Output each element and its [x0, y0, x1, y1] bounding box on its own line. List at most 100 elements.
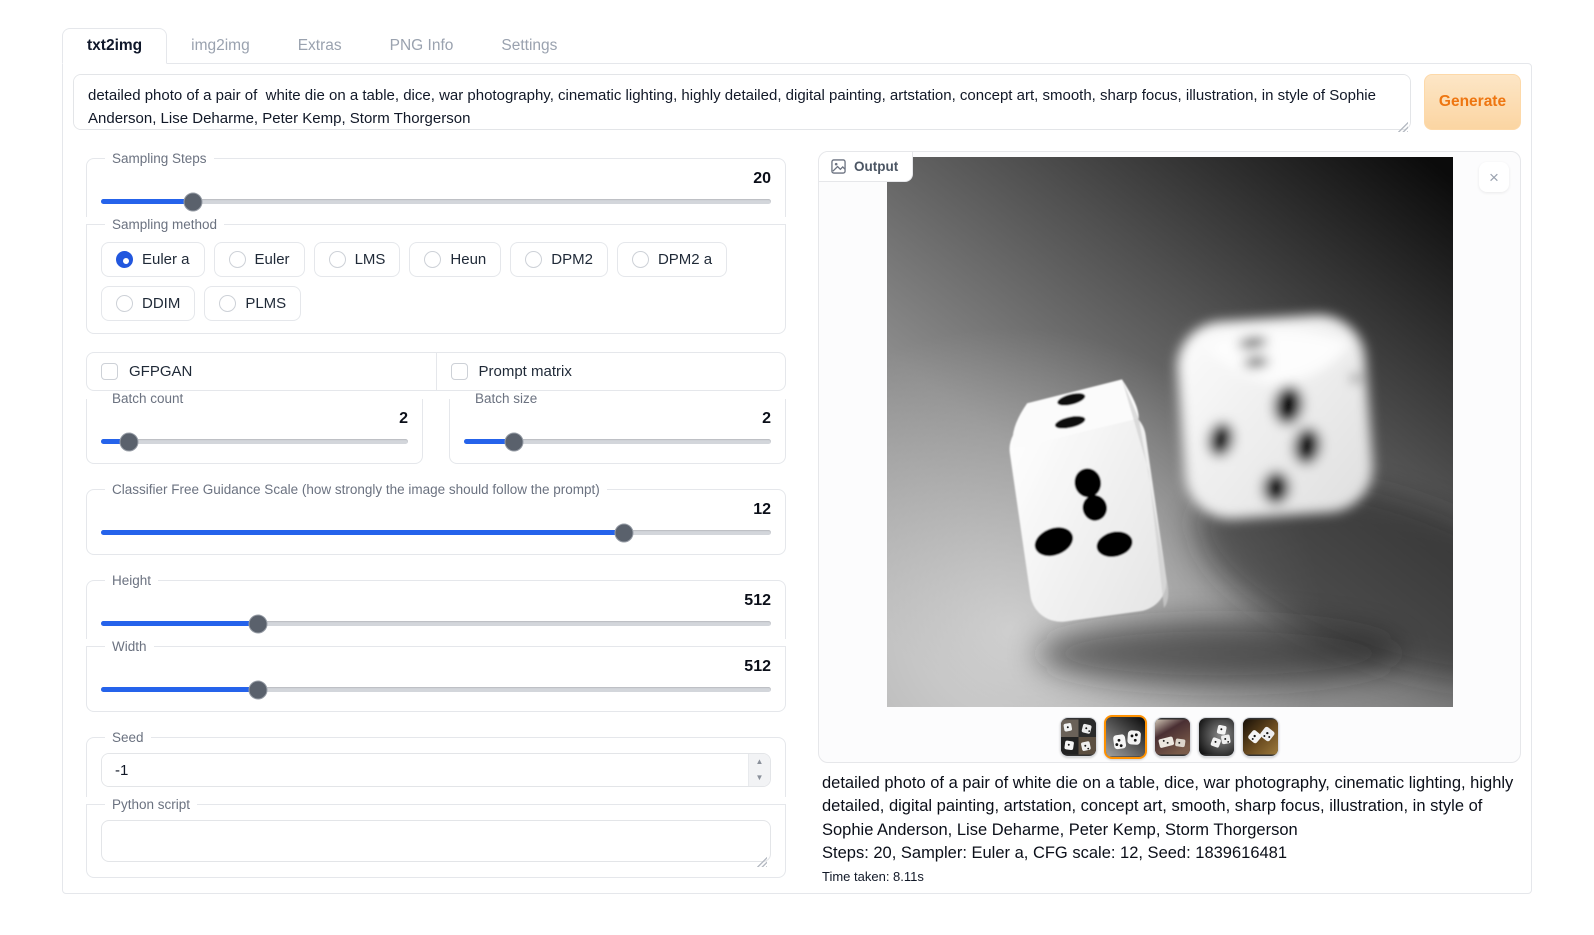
- close-icon[interactable]: ×: [1479, 162, 1509, 192]
- sampler-option-label: Euler a: [142, 251, 190, 268]
- batch-size-label: Batch size: [468, 391, 544, 406]
- batch-row: Batch count 2 Batch size 2: [86, 391, 786, 464]
- batch-count-slider[interactable]: [101, 431, 408, 451]
- caption-time-taken: Time taken: 8.11s: [822, 869, 1519, 884]
- python-script-label: Python script: [105, 797, 197, 812]
- tab-img2img[interactable]: img2img: [167, 29, 274, 63]
- prompt-matrix-checkbox[interactable]: Prompt matrix: [436, 353, 786, 390]
- spinner-up-icon[interactable]: ▲: [749, 754, 770, 770]
- width-value: 512: [101, 658, 771, 676]
- batch-size-slider[interactable]: [464, 431, 771, 451]
- cfg-scale-group: Classifier Free Guidance Scale (how stro…: [86, 482, 786, 555]
- slider-handle[interactable]: [248, 614, 267, 633]
- batch-count-group: Batch count 2: [86, 391, 423, 464]
- caption-parameters: Steps: 20, Sampler: Euler a, CFG scale: …: [822, 842, 1519, 865]
- cfg-scale-label: Classifier Free Guidance Scale (how stro…: [105, 482, 607, 497]
- sampling-steps-label: Sampling Steps: [105, 151, 214, 166]
- sampling-steps-group: Sampling Steps 20: [86, 151, 786, 217]
- batch-count-value: 2: [101, 410, 408, 428]
- radio-icon: [525, 251, 542, 268]
- output-label: Output: [854, 159, 898, 174]
- batch-size-value: 2: [464, 410, 771, 428]
- toggles-row: GFPGAN Prompt matrix: [86, 352, 786, 391]
- gallery-thumbnail-2-selected[interactable]: [1104, 715, 1147, 759]
- python-script-group: Python script: [86, 797, 786, 878]
- gallery-thumbnail-5[interactable]: [1242, 717, 1279, 757]
- tab-extras[interactable]: Extras: [274, 29, 366, 63]
- slider-handle[interactable]: [614, 523, 633, 542]
- sampler-option-label: Euler: [255, 251, 290, 268]
- tab-bar: txt2img img2img Extras PNG Info Settings: [62, 25, 1532, 63]
- spinner-down-icon[interactable]: ▼: [749, 770, 770, 786]
- output-column: Output ×: [818, 151, 1521, 884]
- checkbox-icon: [101, 363, 118, 380]
- prompt-input[interactable]: detailed photo of a pair of white die on…: [73, 74, 1411, 130]
- picture-icon: [831, 159, 846, 174]
- gallery-thumbnail-1[interactable]: [1060, 717, 1097, 757]
- sampling-method-group: Sampling method Euler a Euler LMS: [86, 217, 786, 334]
- cfg-scale-slider[interactable]: [101, 522, 771, 542]
- width-group: Width 512: [86, 639, 786, 712]
- sampler-option-label: DDIM: [142, 295, 180, 312]
- generated-image[interactable]: [887, 157, 1453, 707]
- checkbox-icon: [451, 363, 468, 380]
- seed-input[interactable]: [102, 754, 748, 786]
- sampling-steps-value: 20: [101, 170, 771, 188]
- sampler-option-euler-a[interactable]: Euler a: [101, 242, 205, 277]
- width-label: Width: [105, 639, 154, 654]
- sampler-option-dpm2[interactable]: DPM2: [510, 242, 608, 277]
- tab-txt2img[interactable]: txt2img: [62, 28, 167, 64]
- radio-icon: [219, 295, 236, 312]
- sampler-option-heun[interactable]: Heun: [409, 242, 501, 277]
- slider-handle[interactable]: [119, 432, 138, 451]
- slider-handle[interactable]: [505, 432, 524, 451]
- gallery-thumbnail-4[interactable]: [1198, 717, 1235, 757]
- height-label: Height: [105, 573, 158, 588]
- gallery-thumbnail-3[interactable]: [1154, 717, 1191, 757]
- generate-button[interactable]: Generate: [1424, 74, 1521, 130]
- sampler-option-euler[interactable]: Euler: [214, 242, 305, 277]
- sampler-option-label: DPM2: [551, 251, 593, 268]
- radio-icon: [329, 251, 346, 268]
- settings-column: Sampling Steps 20 Sampling method Euler …: [86, 151, 786, 878]
- batch-count-label: Batch count: [105, 391, 190, 406]
- seed-spinner: ▲ ▼: [748, 754, 770, 786]
- height-slider[interactable]: [101, 613, 771, 633]
- output-gallery-panel: Output ×: [818, 151, 1521, 763]
- prompt-matrix-label: Prompt matrix: [479, 363, 572, 380]
- radio-icon: [229, 251, 246, 268]
- prompt-row: detailed photo of a pair of white die on…: [73, 74, 1521, 135]
- radio-icon: [632, 251, 649, 268]
- txt2img-panel: detailed photo of a pair of white die on…: [62, 63, 1532, 894]
- python-script-input[interactable]: [101, 820, 771, 862]
- height-group: Height 512: [86, 573, 786, 639]
- height-value: 512: [101, 592, 771, 610]
- generation-info: detailed photo of a pair of white die on…: [818, 763, 1521, 884]
- radio-icon: [116, 295, 133, 312]
- sampler-option-dpm2-a[interactable]: DPM2 a: [617, 242, 727, 277]
- sampler-option-label: DPM2 a: [658, 251, 712, 268]
- slider-handle[interactable]: [183, 192, 202, 211]
- output-chip: Output: [819, 152, 913, 182]
- sampling-steps-slider[interactable]: [101, 191, 771, 211]
- tab-png-info[interactable]: PNG Info: [366, 29, 478, 63]
- radio-icon: [116, 251, 133, 268]
- tab-settings[interactable]: Settings: [477, 29, 581, 63]
- cfg-scale-value: 12: [101, 501, 771, 519]
- gfpgan-checkbox[interactable]: GFPGAN: [87, 353, 436, 390]
- sampler-option-lms[interactable]: LMS: [314, 242, 401, 277]
- sampler-option-label: LMS: [355, 251, 386, 268]
- seed-label: Seed: [105, 730, 151, 745]
- sampler-option-label: PLMS: [245, 295, 286, 312]
- slider-handle[interactable]: [248, 680, 267, 699]
- sampler-option-plms[interactable]: PLMS: [204, 286, 301, 321]
- gfpgan-label: GFPGAN: [129, 363, 192, 380]
- caption-prompt: detailed photo of a pair of white die on…: [822, 772, 1519, 842]
- width-slider[interactable]: [101, 679, 771, 699]
- radio-icon: [424, 251, 441, 268]
- sampler-option-label: Heun: [450, 251, 486, 268]
- sampler-option-ddim[interactable]: DDIM: [101, 286, 195, 321]
- seed-group: Seed ▲ ▼: [86, 730, 786, 797]
- sampling-method-label: Sampling method: [105, 217, 224, 232]
- gallery-thumbnails: [819, 715, 1520, 759]
